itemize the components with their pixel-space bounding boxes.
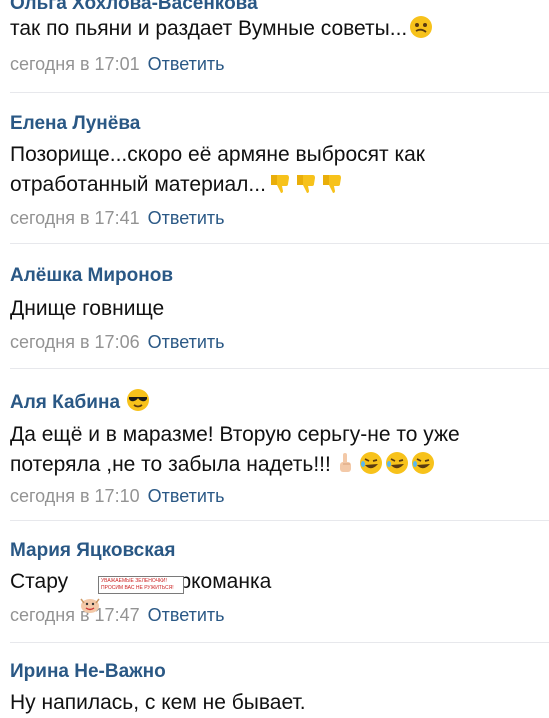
comment-text-line: Днище говнище [10, 297, 165, 320]
comment-date[interactable]: сегодня в 17:41 [10, 208, 140, 228]
comment-author[interactable]: Елена Лунёва [10, 112, 140, 136]
thumbs-down-emoji-icon [320, 171, 344, 195]
comment-meta: сегодня в 17:10 Ответить [10, 484, 225, 508]
comment-text: Днище говнище [10, 294, 164, 324]
comment-item: Ольга Хохлова-Васенкова так по пьяни и р… [10, 0, 539, 88]
comment-author[interactable]: Ирина Не-Важно [10, 660, 166, 684]
comment-meta: сегодня в 17:01 Ответить [10, 52, 225, 76]
comment-text-line: потеряла ,не то забыла надеть!!! [10, 453, 331, 476]
rolling-on-the-floor-laughing-emoji-icon [411, 451, 435, 475]
divider [10, 642, 549, 643]
reply-link[interactable]: Ответить [148, 54, 225, 74]
index-pointing-up-emoji-icon [333, 451, 357, 475]
sticker-image: УВАЖАЕМЫЕ ЗЕЛЕНОЧКИ! ПРОСИМ ВАС НЕ РУЖИТ… [78, 576, 186, 614]
divider [10, 520, 549, 521]
comment-item: Ирина Не-Важно Ну напилась, с кем не быв… [10, 660, 539, 718]
comments-page: Ольга Хохлова-Васенкова так по пьяни и р… [0, 0, 549, 718]
comment-text: Ну напилась, с кем не бывает. [10, 688, 306, 718]
comment-text-line: Позорище...скоро её армяне выбросят как [10, 143, 425, 166]
comment-author[interactable]: Алёшка Миронов [10, 264, 173, 288]
comment-date[interactable]: сегодня в 17:10 [10, 486, 140, 506]
comment-text: отработанный материал... [10, 170, 344, 200]
comment-text-line: Да ещё и в маразме! Вторую серьгу-не то … [10, 423, 460, 446]
divider [10, 92, 549, 93]
thumbs-down-emoji-icon [268, 171, 292, 195]
rolling-on-the-floor-laughing-emoji-icon [385, 451, 409, 475]
rolling-on-the-floor-laughing-emoji-icon [359, 451, 383, 475]
comment-text-line: Ну напилась, с кем не бывает. [10, 691, 306, 714]
reply-link[interactable]: Ответить [148, 486, 225, 506]
reply-link[interactable]: Ответить [148, 332, 225, 352]
comment-date[interactable]: сегодня в 17:01 [10, 54, 140, 74]
comment-text: Позорище...скоро её армяне выбросят как [10, 140, 425, 170]
comment-date[interactable]: сегодня в 17:06 [10, 332, 140, 352]
comment-meta: сегодня в 17:41 Ответить [10, 206, 225, 230]
divider [10, 368, 549, 369]
divider [10, 243, 549, 244]
comment-item: Алёшка Миронов Днище говнище сегодня в 1… [10, 264, 539, 360]
sticker-text: УВАЖАЕМЫЕ ЗЕЛЕНОЧКИ! ПРОСИМ ВАС НЕ РУЖИТ… [98, 576, 184, 594]
comment-text-line: так по пьяни и раздает Вумные советы... [10, 17, 408, 40]
comment-item: Елена Лунёва Позорище...скоро её армяне … [10, 112, 539, 232]
comment-text: потеряла ,не то забыла надеть!!! [10, 450, 435, 480]
comment-text: Да ещё и в маразме! Вторую серьгу-не то … [10, 420, 460, 450]
comment-author[interactable]: Мария Яцковская [10, 539, 175, 563]
comment-meta: сегодня в 17:06 Ответить [10, 330, 225, 354]
comment-author-name[interactable]: Аля Кабина [10, 392, 120, 413]
confused-face-emoji-icon [409, 15, 433, 39]
smiling-face-with-sunglasses-emoji-icon [126, 388, 150, 412]
comment-text: так по пьяни и раздает Вумные советы... [10, 14, 433, 44]
comment-item: Аля Кабина Да ещё и в маразме! Вторую се… [10, 388, 539, 508]
comment-author: Аля Кабина [10, 388, 150, 415]
comment-text-line: отработанный материал... [10, 173, 266, 196]
thumbs-down-emoji-icon [294, 171, 318, 195]
comment-text-line: Стару [10, 570, 69, 593]
reply-link[interactable]: Ответить [148, 208, 225, 228]
waving-hand-icon [78, 594, 102, 614]
